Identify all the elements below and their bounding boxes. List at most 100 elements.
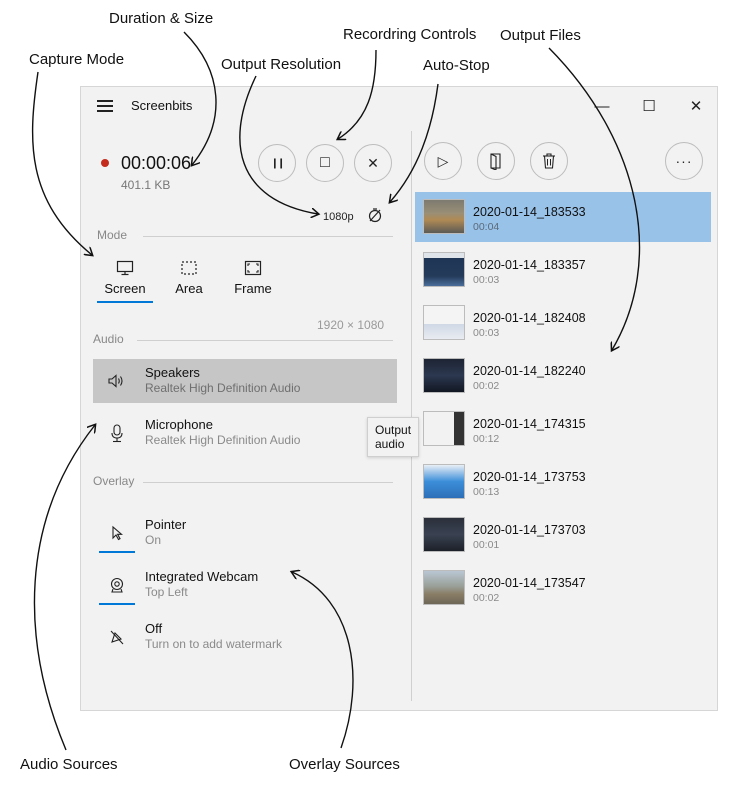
file-duration: 00:04 [473,221,500,233]
annotation-output-files: Output Files [500,27,581,44]
file-thumbnail [423,199,465,234]
overlay-source-webcam[interactable]: Integrated Webcam Top Left [93,563,397,607]
file-duration: 00:02 [473,380,500,392]
webcam-icon [110,577,124,593]
open-folder-button[interactable] [477,142,515,180]
mode-divider [143,236,393,237]
cancel-button[interactable]: ✕ [354,144,392,182]
title-bar: Screenbits — ☐ ✕ [81,87,717,125]
mode-tab-area[interactable]: Area [159,259,219,296]
overlay-source-subtitle: Turn on to add watermark [145,637,282,651]
file-thumbnail [423,570,465,605]
mode-tab-screen[interactable]: Screen [95,259,155,296]
annotation-overlay-sources: Overlay Sources [289,756,400,773]
overlay-source-subtitle: On [145,533,162,547]
pause-button[interactable]: ❙❙ [258,144,296,182]
overlay-source-title: Integrated Webcam [145,569,259,584]
file-duration: 00:03 [473,327,500,339]
file-duration: 00:01 [473,539,500,551]
area-select-icon [181,261,197,275]
file-name: 2020-01-14_173703 [473,523,586,537]
file-name: 2020-01-14_183357 [473,258,586,272]
file-item[interactable]: 2020-01-14_183357 00:03 [415,245,711,295]
file-name: 2020-01-14_182240 [473,364,586,378]
monitor-icon [116,260,134,276]
file-item[interactable]: 2020-01-14_182240 00:02 [415,351,711,401]
file-name: 2020-01-14_182408 [473,311,586,325]
pause-icon: ❙❙ [270,157,286,169]
file-thumbnail [423,464,465,499]
overlay-divider [143,482,393,483]
maximize-button[interactable]: ☐ [634,91,664,121]
annotation-duration-size: Duration & Size [109,10,214,27]
trash-icon [543,153,555,169]
more-options-button[interactable]: ··· [665,142,703,180]
overlay-active-indicator [99,603,135,605]
file-name: 2020-01-14_183533 [473,205,586,219]
file-item[interactable]: 2020-01-14_173547 00:02 [415,563,711,613]
screen-resolution: 1920 × 1080 [317,318,385,332]
minimize-button[interactable]: — [587,91,617,121]
file-duration: 00:12 [473,433,500,445]
file-name: 2020-01-14_173753 [473,470,586,484]
file-thumbnail [423,358,465,393]
audio-section-label: Audio [93,332,124,346]
app-title: Screenbits [131,98,193,113]
mode-section-label: Mode [97,228,128,242]
audio-divider [137,340,393,341]
app-window: Screenbits — ☐ ✕ 00:00:06 401.1 KB ❙❙ □ … [80,86,718,711]
audio-source-subtitle: Realtek High Definition Audio [145,381,301,395]
file-name: 2020-01-14_173547 [473,576,586,590]
speaker-icon [108,374,123,388]
overlay-section-label: Overlay [93,474,135,488]
close-icon: ✕ [367,154,379,171]
file-thumbnail [423,305,465,340]
overlay-source-title: Pointer [145,517,187,532]
file-item[interactable]: 2020-01-14_173753 00:13 [415,457,711,507]
annotation-output-resolution: Output Resolution [221,56,342,73]
audio-source-microphone[interactable]: Microphone Realtek High Definition Audio [93,411,397,455]
mode-tab-label: Screen [104,281,146,296]
overlay-active-indicator [99,551,135,553]
delete-button[interactable] [530,142,568,180]
microphone-icon [111,424,123,443]
file-duration: 00:02 [473,592,500,604]
play-icon: ▷ [437,152,449,169]
annotation-audio-sources: Audio Sources [20,756,118,773]
audio-source-speakers[interactable]: Speakers Realtek High Definition Audio [93,359,397,403]
right-pane: ▷ ··· 2020-01-14_183533 00:04 2020-01-14… [412,125,717,710]
mode-tab-selection-indicator [97,301,153,303]
overlay-source-watermark[interactable]: Off Turn on to add watermark [93,615,397,659]
file-item[interactable]: 2020-01-14_182408 00:03 [415,298,711,348]
mode-tab-frame[interactable]: Frame [223,259,283,296]
hamburger-menu-icon[interactable] [97,100,113,112]
stop-button[interactable]: □ [306,144,344,182]
recording-size: 401.1 KB [121,178,171,192]
play-button[interactable]: ▷ [424,142,462,180]
watermark-off-icon [110,630,124,645]
annotation-auto-stop: Auto-Stop [423,57,490,74]
more-icon: ··· [675,153,693,169]
pointer-icon [112,525,123,541]
mode-tab-label: Area [175,281,203,296]
file-thumbnail [423,252,465,287]
file-item[interactable]: 2020-01-14_183533 00:04 [415,192,711,242]
timer-off-icon[interactable] [367,207,383,223]
folder-open-icon [490,153,501,170]
file-name: 2020-01-14_174315 [473,417,586,431]
mode-tab-label: Frame [234,281,272,296]
file-thumbnail [423,517,465,552]
audio-source-title: Microphone [145,417,213,432]
file-duration: 00:13 [473,486,500,498]
audio-source-title: Speakers [145,365,200,380]
overlay-source-subtitle: Top Left [145,585,188,599]
annotation-capture-mode: Capture Mode [29,51,125,68]
overlay-source-pointer[interactable]: Pointer On [93,511,397,555]
close-button[interactable]: ✕ [681,91,711,121]
output-resolution-button[interactable]: 1080p [323,211,354,223]
stop-icon: □ [320,154,330,171]
file-duration: 00:03 [473,274,500,286]
file-item[interactable]: 2020-01-14_174315 00:12 [415,404,711,454]
left-pane: 00:00:06 401.1 KB ❙❙ □ ✕ 1080p Mode Scre… [81,125,420,710]
file-item[interactable]: 2020-01-14_173703 00:01 [415,510,711,560]
